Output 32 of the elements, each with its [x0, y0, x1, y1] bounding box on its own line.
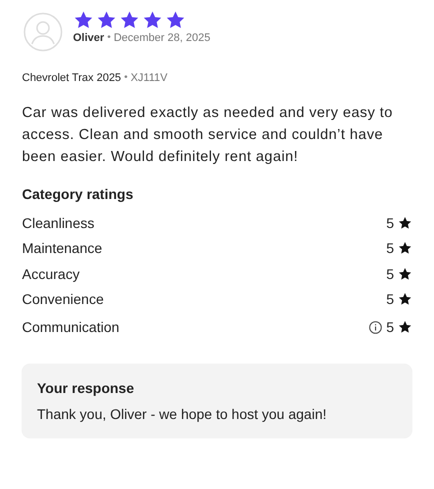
category-score: 5: [386, 214, 394, 231]
response-text: Thank you, Oliver - we hope to host you again!: [37, 406, 328, 422]
star-icon: [73, 10, 94, 30]
star-icon: [398, 292, 412, 306]
category-score: 5: [386, 266, 394, 282]
star-icon: [398, 320, 412, 334]
star-icon: [119, 10, 140, 30]
review-date: December 28, 2025: [114, 32, 210, 44]
star-icon: [96, 10, 117, 30]
author-name: Oliver: [73, 32, 104, 44]
star-icon: [398, 241, 412, 256]
license-plate: XJ111V: [130, 72, 168, 84]
car-name: Chevrolet Trax 2025: [22, 72, 122, 84]
category-score: 5: [386, 240, 394, 256]
response-title: Your response: [37, 380, 135, 396]
category-score: 5: [386, 319, 394, 335]
category-name: Communication: [22, 319, 120, 335]
category-score: 5: [386, 291, 394, 308]
category-name: Accuracy: [22, 266, 80, 282]
star-icon: [398, 216, 412, 230]
star-icon: [398, 266, 412, 281]
category-name: Convenience: [22, 291, 104, 308]
separator-dot: •: [124, 72, 128, 84]
separator-dot: •: [107, 32, 111, 44]
star-icon: [165, 10, 186, 30]
star-icon: [142, 10, 163, 30]
info-icon[interactable]: [369, 320, 382, 334]
category-name: Maintenance: [22, 240, 102, 256]
review-text: Car was delivered exactly as needed and very easy to access. Clean and smooth service and couldn’t have been easier. Would definitely rent again!: [22, 104, 394, 167]
avatar-icon: [23, 12, 63, 52]
category-name: Cleanliness: [22, 214, 94, 231]
section-title: Category ratings: [22, 186, 134, 202]
